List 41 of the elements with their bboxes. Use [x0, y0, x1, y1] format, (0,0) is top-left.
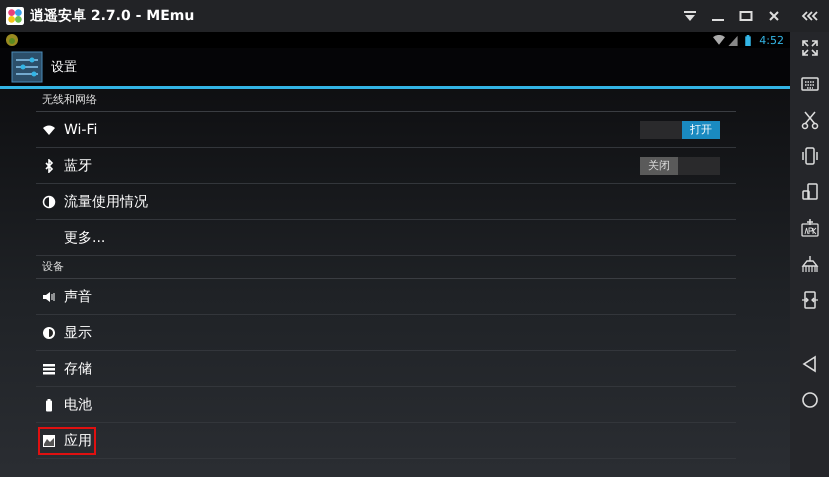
- picture-frame-icon: [42, 434, 56, 448]
- settings-item[interactable]: 存储: [38, 354, 96, 382]
- settings-item[interactable]: 流量使用情况: [38, 188, 152, 216]
- status-time: 4:52: [759, 34, 784, 46]
- cell-signal-icon: [727, 34, 740, 46]
- storage-icon: [42, 362, 56, 376]
- settings-item[interactable]: 显示: [38, 318, 96, 346]
- section-header: 无线和网络: [36, 89, 736, 112]
- settings-icon[interactable]: [11, 51, 43, 83]
- speaker-icon: [42, 290, 56, 304]
- resize-icon[interactable]: [800, 290, 820, 310]
- app-logo-icon: [6, 7, 24, 25]
- window-title: 逍遥安卓 2.7.0 - MEmu: [30, 7, 194, 25]
- rotate-screen-icon[interactable]: [800, 182, 820, 202]
- scissors-icon[interactable]: [800, 110, 820, 130]
- section-header: 设备: [36, 256, 736, 279]
- maximize-icon[interactable]: [739, 9, 753, 23]
- apk-install-icon[interactable]: [800, 218, 820, 238]
- screen-title: 设置: [51, 59, 77, 76]
- settings-item[interactable]: 电池: [38, 390, 96, 418]
- close-icon[interactable]: [767, 9, 781, 23]
- notification-icon: [6, 34, 18, 46]
- home-icon[interactable]: [800, 390, 820, 410]
- broom-icon[interactable]: [800, 254, 820, 274]
- wifi-icon: [42, 122, 56, 136]
- brightness-icon: [42, 326, 56, 340]
- switch-label: 关闭: [640, 156, 678, 174]
- settings-item[interactable]: 蓝牙: [38, 152, 96, 180]
- dropdown-icon[interactable]: [683, 9, 697, 23]
- half-circle-icon: [42, 194, 56, 208]
- wifi-signal-icon: [713, 34, 726, 46]
- battery-icon: [745, 34, 752, 46]
- settings-item[interactable]: Wi-Fi: [38, 116, 102, 142]
- toggle-switch[interactable]: 关闭: [640, 156, 720, 174]
- highlighted-item[interactable]: 应用: [38, 426, 96, 454]
- switch-label: 打开: [682, 120, 720, 138]
- toggle-switch[interactable]: 打开: [640, 120, 720, 138]
- fullscreen-icon[interactable]: [800, 38, 820, 58]
- settings-item[interactable]: 更多...: [38, 224, 110, 252]
- vibrate-icon[interactable]: [800, 146, 820, 166]
- settings-item[interactable]: 声音: [38, 282, 96, 310]
